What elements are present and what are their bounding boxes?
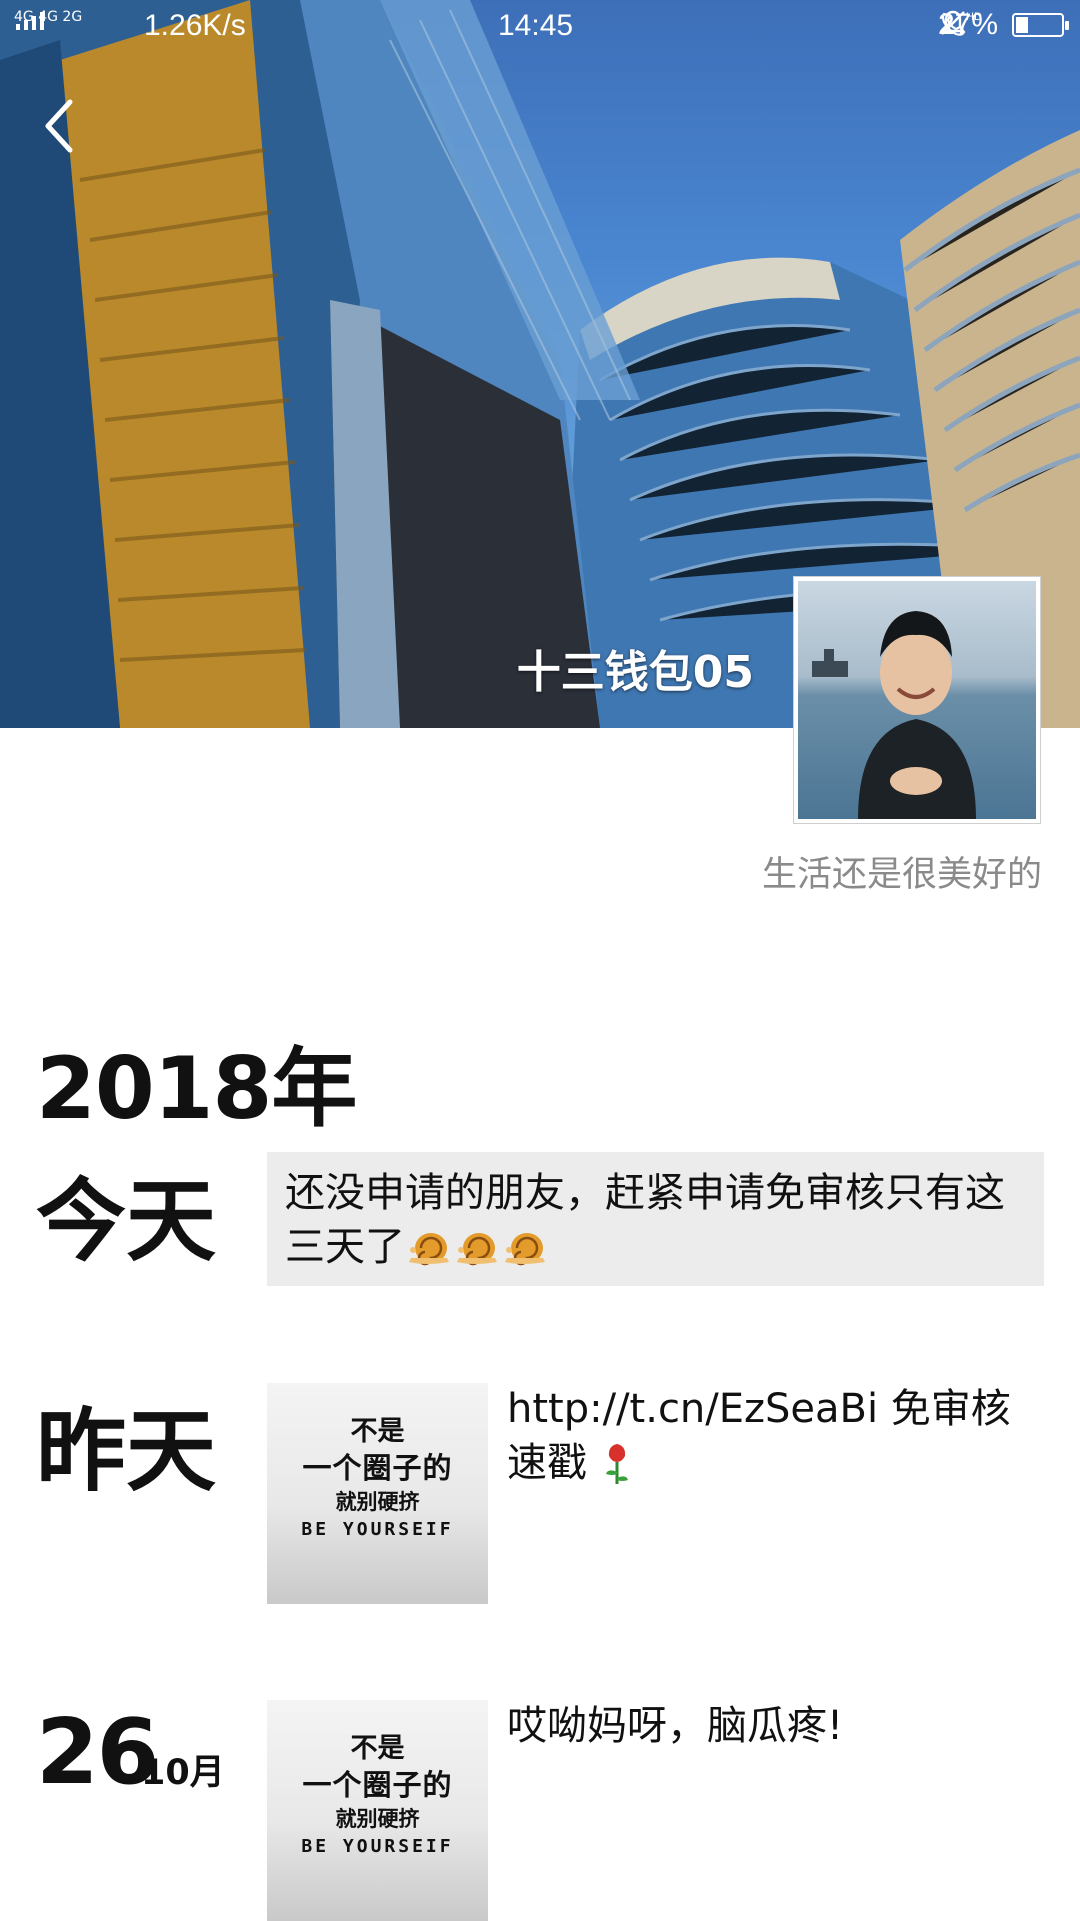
caption-text: http://t.cn/EzSeaBi 免审核速戳 <box>507 1386 1011 1486</box>
post-date-month: 10月 <box>141 1753 225 1793</box>
snail-emoji-icon <box>453 1228 501 1268</box>
snail-emoji-icon <box>405 1228 453 1268</box>
image-text-line: 一个圈子的 <box>302 1768 453 1802</box>
avatar-person-illustration <box>812 611 976 819</box>
post-caption[interactable]: http://t.cn/EzSeaBi 免审核速戳 <box>507 1382 1027 1490</box>
image-text-line: BE YOURSEIF <box>301 1836 454 1857</box>
snail-emoji-icon <box>501 1228 549 1268</box>
image-text-line: 就别硬挤 <box>335 1490 420 1514</box>
profile-nickname: 十三钱包05 <box>516 647 754 698</box>
rose-emoji-icon <box>600 1440 634 1486</box>
post-caption[interactable]: 哎呦妈呀，脑瓜疼! <box>507 1699 1027 1753</box>
image-text-line: 就别硬挤 <box>335 1807 420 1831</box>
hd-call-icon: HD <box>941 11 982 36</box>
image-text-line: 不是 <box>350 1416 405 1447</box>
image-text-line: BE YOURSEIF <box>301 1519 454 1540</box>
clock: 14:45 <box>498 9 574 42</box>
signal-bars-2-icon <box>16 12 44 30</box>
avatar-photo <box>798 581 1036 819</box>
chevron-left-icon <box>45 99 73 153</box>
post-image-thumbnail[interactable]: 不是 一个圈子的 就别硬挤 BE YOURSEIF <box>267 1383 488 1604</box>
post-image-thumbnail[interactable]: 不是 一个圈子的 就别硬挤 BE YOURSEIF <box>267 1700 488 1921</box>
status-right: HD 27% <box>938 8 1069 42</box>
image-text-line: 不是 <box>350 1733 405 1764</box>
network-label-2g: 2G <box>62 9 83 25</box>
post-date-day: 26 <box>36 1700 159 1805</box>
image-text-line: 一个圈子的 <box>302 1451 453 1485</box>
profile-avatar[interactable] <box>793 576 1041 824</box>
post-text: 还没申请的朋友，赶紧申请免审核只有这三天了 <box>285 1170 1005 1270</box>
signal-indicator: 4G 4G 2G <box>14 9 83 30</box>
hd-label: HD <box>966 11 982 23</box>
post-date-yesterday: 昨天 <box>36 1399 216 1504</box>
battery-level <box>1016 17 1028 33</box>
profile-signature: 生活还是很美好的 <box>761 855 1042 895</box>
status-bar: 4G 4G 2G 1.26K/s 14:45 HD 27% <box>0 0 1080 56</box>
text-post[interactable]: 还没申请的朋友，赶紧申请免审核只有这三天了 <box>267 1152 1044 1286</box>
post-date-today: 今天 <box>36 1169 216 1274</box>
back-button[interactable] <box>36 94 86 158</box>
battery-icon <box>1012 13 1069 37</box>
network-speed: 1.26K/s <box>144 9 246 42</box>
timeline-year: 2018年 <box>36 1039 357 1139</box>
